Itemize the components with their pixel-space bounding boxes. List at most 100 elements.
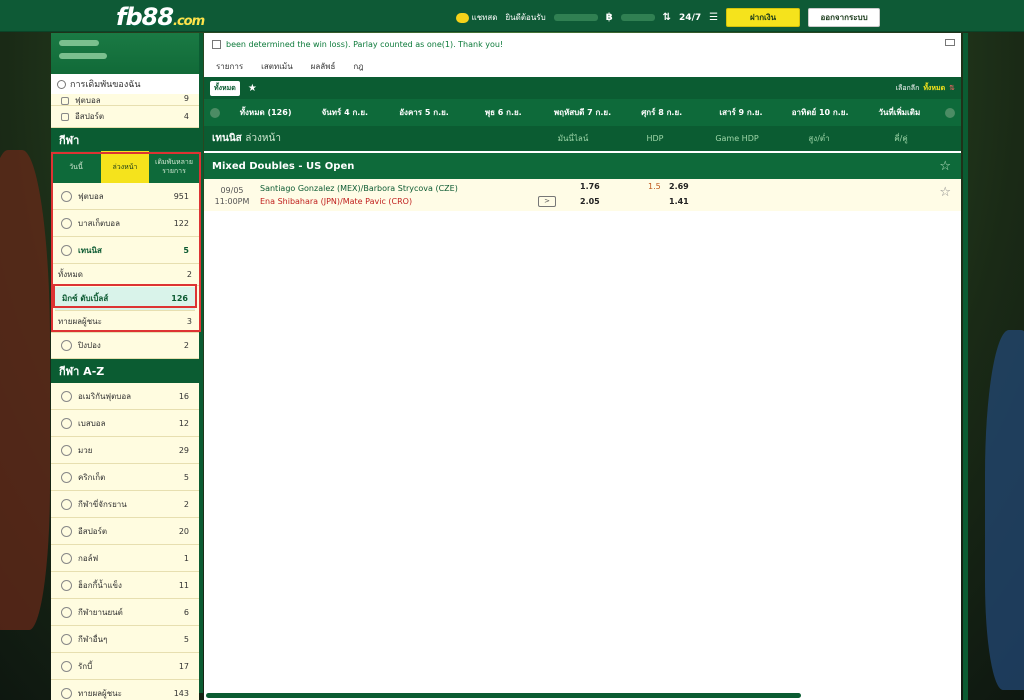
main-scrollbar[interactable]: [963, 33, 968, 700]
username-masked: [553, 14, 598, 21]
balance-icon[interactable]: ฿: [606, 12, 613, 23]
menu-item-list[interactable]: รายการ: [216, 60, 243, 73]
col-odd-even: คี่/คู่: [894, 134, 908, 143]
gamepad-icon: [61, 525, 72, 537]
favorite-star-icon[interactable]: ☆: [939, 159, 951, 174]
date-tab-wed[interactable]: พุธ 6 ก.ย.: [464, 106, 543, 119]
date-tab-sat[interactable]: เสาร์ 9 ก.ย.: [701, 106, 780, 119]
menu-item-results[interactable]: ผลลัพธ์: [311, 60, 336, 73]
sidebar-az-item[interactable]: ฮ็อกกี้น้ำแข็ง 11: [51, 572, 199, 599]
team-away: Ena Shibahara (JPN)/Mate Pavic (CRO): [260, 197, 413, 206]
sidebar-az-item[interactable]: กีฬายานยนต์ 6: [51, 599, 199, 626]
date-tab-tue[interactable]: อังคาร 5 ก.ย.: [384, 106, 463, 119]
match-date: 09/05: [220, 186, 244, 195]
deposit-button[interactable]: ฝากเงิน: [726, 8, 801, 27]
baseball-icon: [61, 417, 72, 429]
sidebar-az-label: ฮ็อกกี้น้ำแข็ง: [78, 580, 122, 590]
favorites-star-icon[interactable]: ★: [248, 83, 257, 94]
sidebar-az-label: กีฬาขี่จักรยาน: [78, 499, 127, 509]
mail-icon[interactable]: [945, 39, 955, 46]
main-menu: รายการ เสตทเม้น ผลลัพธ์ กฎ: [204, 55, 961, 77]
sidebar-az-count: 17: [178, 661, 189, 671]
menu-item-statement[interactable]: เสตทเม้น: [261, 60, 293, 73]
sidebar-az-count: 5: [183, 634, 189, 644]
date-tab-sun[interactable]: อาทิตย์ 10 ก.ย.: [781, 106, 860, 119]
soccer-ball-icon: [61, 190, 72, 202]
sidebar-az-item[interactable]: กีฬาขี่จักรยาน 2: [51, 491, 199, 518]
sidebar-scrollbar[interactable]: [199, 33, 203, 693]
sidebar-az-count: 20: [178, 526, 189, 536]
menu-item-rules[interactable]: กฎ: [353, 60, 363, 73]
sidebar-item-pre-0[interactable]: ฟุตบอล 9: [51, 94, 199, 106]
live-icon[interactable]: 24/7: [679, 13, 701, 23]
player-figure-right: [985, 330, 1024, 690]
my-bets-header[interactable]: การเดิมพันของฉัน: [51, 74, 199, 94]
racing-flag-icon: [61, 606, 72, 618]
horizontal-scrollbar[interactable]: [206, 693, 801, 698]
other-sports-icon: [61, 633, 72, 645]
match-favorite-star-icon[interactable]: ☆: [939, 185, 951, 200]
odds-moneyline-home[interactable]: 1.76: [580, 182, 600, 191]
odds-moneyline-away[interactable]: 2.05: [580, 197, 600, 206]
refresh-icon[interactable]: ⇅: [663, 12, 671, 23]
sidebar-az-label: อีสปอร์ต: [78, 526, 108, 536]
tab-parlay[interactable]: เดิมพันหลายรายการ: [149, 151, 199, 183]
sidebar-item-tennis[interactable]: เทนนิส 5: [51, 237, 199, 264]
golf-icon: [61, 552, 72, 564]
date-tab-mon[interactable]: จันทร์ 4 ก.ย.: [305, 106, 384, 119]
welcome-text: ยินดีต้อนรับ: [505, 13, 546, 22]
expand-arrow-button[interactable]: >: [538, 196, 556, 207]
check-circle-icon: [57, 79, 66, 89]
site-logo[interactable]: fb88.com: [116, 3, 205, 31]
sidebar-az-count: 5: [183, 472, 189, 482]
sidebar-az-label: คริกเก็ต: [78, 472, 106, 482]
sidebar-az-label: เบสบอล: [78, 418, 106, 428]
sidebar-az-count: 29: [178, 445, 189, 455]
league-select[interactable]: เลือกลีก ทั้งหมด ⇅: [896, 83, 955, 94]
football-helmet-icon: [61, 390, 72, 402]
sidebar-az-label: รักบี้: [78, 661, 93, 671]
sidebar-az-item[interactable]: ทายผลผู้ชนะ 143: [51, 680, 199, 700]
cricket-icon: [61, 471, 72, 483]
bet-list-icon[interactable]: ☰: [709, 12, 718, 23]
date-tab-thu[interactable]: พฤหัสบดี 7 ก.ย.: [543, 106, 622, 119]
odds-hdp-home[interactable]: 2.69: [669, 182, 689, 191]
date-next-icon[interactable]: [944, 107, 955, 118]
sidebar-item-football[interactable]: ฟุตบอล 951: [51, 183, 199, 210]
sidebar-item-pre-1[interactable]: อีสปอร์ต 4: [51, 106, 199, 128]
date-tab-fri[interactable]: ศุกร์ 8 ก.ย.: [622, 106, 701, 119]
sidebar-az-label: ทายผลผู้ชนะ: [78, 688, 122, 698]
sidebar-az-count: 12: [178, 418, 189, 428]
sidebar-az-label: กอล์ฟ: [78, 553, 99, 563]
sidebar-item-basketball[interactable]: บาสเก็ตบอล 122: [51, 210, 199, 237]
filter-all-chip[interactable]: ทั้งหมด: [210, 80, 240, 96]
live-chat-link[interactable]: แชทสด: [456, 11, 497, 24]
sidebar-az-item[interactable]: อีสปอร์ต 20: [51, 518, 199, 545]
tennis-sub-all[interactable]: ทั้งหมด 2: [51, 264, 199, 286]
date-tab-more[interactable]: วันที่เพิ่มเติม: [860, 106, 939, 119]
sidebar-item-table-tennis[interactable]: ปิงปอง 2: [51, 333, 199, 359]
account-panel: [51, 33, 199, 74]
sidebar-az-item[interactable]: กีฬาอื่นๆ 5: [51, 626, 199, 653]
sidebar-az-item[interactable]: เบสบอล 12: [51, 410, 199, 437]
list-icon: [61, 96, 69, 105]
tennis-sub-outright[interactable]: ทายผลผู้ชนะ 3: [51, 311, 199, 333]
tennis-sub-mixed-doubles[interactable]: มิกซ์ ดับเบิ้ลส์ 126: [55, 287, 195, 311]
sports-header: กีฬา: [51, 128, 199, 151]
tab-today[interactable]: วันนี้: [51, 151, 101, 183]
sidebar: การเดิมพันของฉัน ฟุตบอล 9 อีสปอร์ต 4 กีฬ…: [51, 33, 199, 700]
tab-early[interactable]: ล่วงหน้า: [101, 151, 149, 183]
sidebar-az-item[interactable]: คริกเก็ต 5: [51, 464, 199, 491]
sidebar-az-item[interactable]: รักบี้ 17: [51, 653, 199, 680]
odds-hdp-away[interactable]: 1.41: [669, 197, 689, 206]
logout-button[interactable]: ออกจากระบบ: [808, 8, 881, 27]
bicycle-icon: [61, 498, 72, 510]
list-icon: [61, 112, 69, 121]
date-prev-icon[interactable]: [210, 107, 220, 118]
sort-icon[interactable]: ⇅: [949, 84, 955, 92]
sidebar-az-item[interactable]: มวย 29: [51, 437, 199, 464]
sidebar-az-item[interactable]: กอล์ฟ 1: [51, 545, 199, 572]
sidebar-az-item[interactable]: อเมริกันฟุตบอล 16: [51, 383, 199, 410]
sports-tabs: วันนี้ ล่วงหน้า เดิมพันหลายรายการ: [51, 151, 199, 183]
date-tab-all[interactable]: ทั้งหมด (126): [226, 106, 305, 119]
